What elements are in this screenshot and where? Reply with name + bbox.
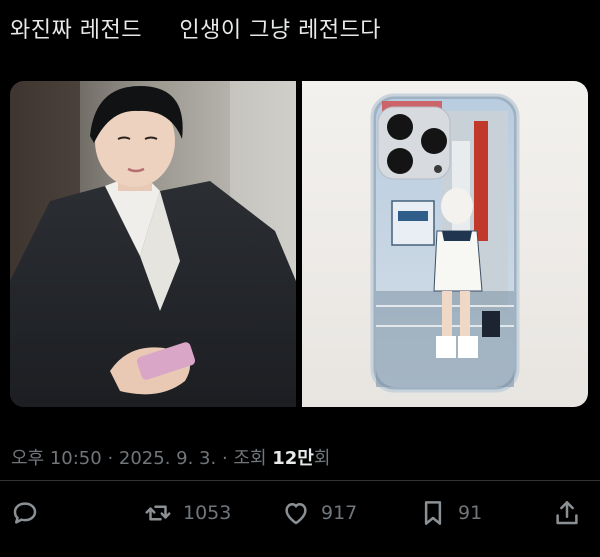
share-button[interactable] [552,493,592,533]
views-prefix: 조회 [233,448,273,469]
divider [0,480,600,481]
tweet-text: 와진짜 레전드 인생이 그냥 레전드다 [10,18,382,43]
photo-man-in-suit [10,81,296,407]
reply-button[interactable] [10,493,50,533]
retweet-button[interactable]: 1053 [143,493,231,533]
tweet-time[interactable]: 오후 10:50 [11,448,102,469]
tweet-meta: 오후 10:50 · 2025. 9. 3. · 조회 12만회 [11,444,330,470]
media-grid [10,81,588,407]
bookmark-count: 91 [458,502,483,524]
heart-icon [285,503,307,525]
tweet-date[interactable]: 2025. 9. 3. [119,448,216,469]
meta-separator: · [216,448,234,469]
media-photo-right[interactable] [302,81,588,407]
retweet-icon [145,505,171,521]
bookmark-icon [424,501,442,525]
share-icon [556,501,578,525]
media-photo-left[interactable] [10,81,296,407]
meta-separator: · [101,448,119,469]
like-count: 917 [321,502,358,524]
reply-icon [13,502,37,524]
views-count: 12만 [272,448,314,469]
bookmark-button[interactable]: 91 [418,493,482,533]
views-suffix: 회 [313,448,331,469]
photo-phone-case [302,81,588,407]
like-button[interactable]: 917 [281,493,357,533]
action-bar: 1053 917 91 [0,493,600,533]
retweet-count: 1053 [183,502,232,524]
